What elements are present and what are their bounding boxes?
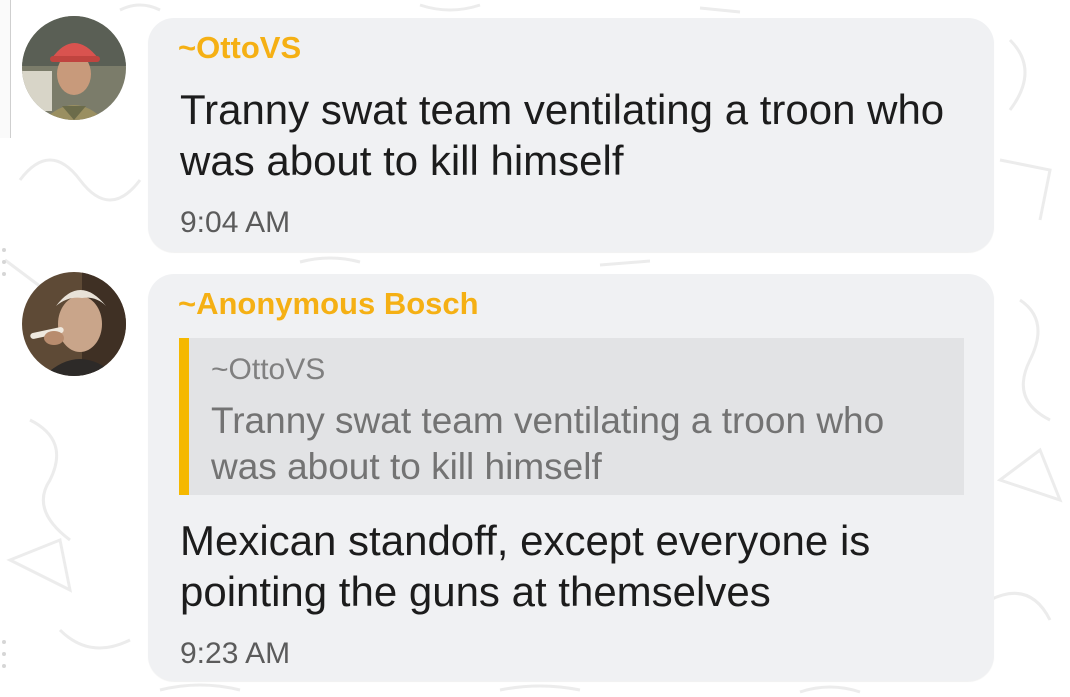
avatar-photo-icon [22,272,126,376]
message-sender[interactable]: ~Anonymous Bosch [178,286,479,322]
reply-quote[interactable]: ~OttoVS Tranny swat team ventilating a t… [179,338,964,495]
message-text: Tranny swat team ventilating a troon who… [180,86,945,184]
reply-quote-bar [179,338,189,495]
side-dots-decoration [2,640,8,676]
message-time: 9:04 AM [180,206,291,239]
message-sender[interactable]: ~OttoVS [178,30,301,66]
message-time: 9:23 AM [180,637,291,670]
avatar[interactable] [22,272,126,376]
reply-quote-sender: ~OttoVS [211,353,326,386]
left-edge-divider [0,0,11,138]
avatar-photo-icon [22,16,126,120]
message-text: Mexican standoff, except everyone is poi… [180,517,871,615]
reply-quote-text: Tranny swat team ventilating a troon who… [211,400,885,487]
avatar[interactable] [22,16,126,120]
side-dots-decoration [2,248,8,284]
